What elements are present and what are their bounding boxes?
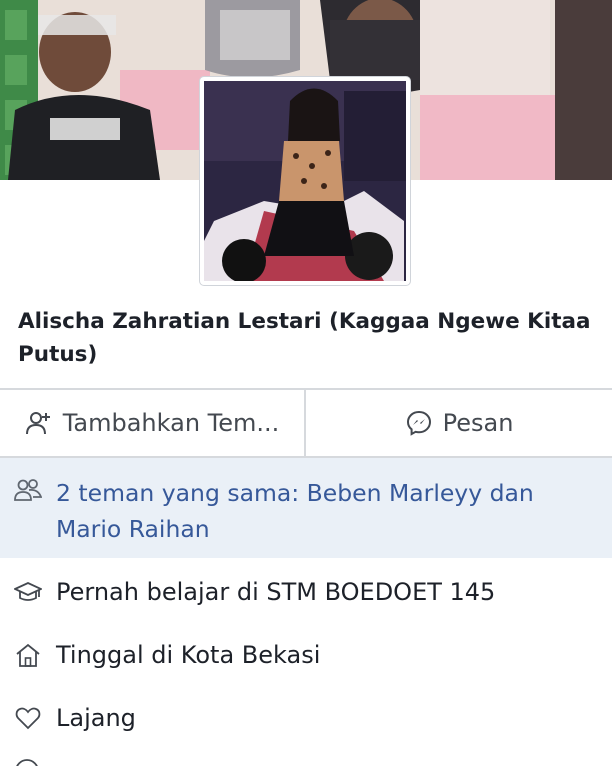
relationship-text: Lajang	[56, 704, 136, 732]
add-friend-label: Tambahkan Tem...	[62, 409, 280, 437]
messenger-icon	[405, 409, 433, 437]
graduation-cap-icon	[14, 578, 42, 606]
add-friend-button[interactable]: Tambahkan Tem...	[0, 390, 304, 456]
home-icon	[14, 641, 42, 669]
education-text: Pernah belajar di STM BOEDOET 145	[56, 578, 496, 606]
relationship-row: Lajang	[0, 698, 612, 738]
heart-icon	[14, 704, 42, 732]
education-row: Pernah belajar di STM BOEDOET 145	[0, 572, 612, 612]
location-row: Tinggal di Kota Bekasi	[0, 635, 612, 675]
profile-picture[interactable]	[200, 77, 410, 285]
mutual-friends-row[interactable]: 2 teman yang sama: Beben Marleyy dan Mar…	[0, 458, 612, 558]
action-bar: Tambahkan Tem... Pesan	[0, 390, 612, 456]
message-label: Pesan	[442, 409, 514, 437]
message-button[interactable]: Pesan	[306, 390, 612, 456]
profile-name: Alischa Zahratian Lestari (Kaggaa Ngewe …	[18, 309, 591, 367]
profile-picture-image	[204, 81, 406, 281]
next-row-icon	[14, 758, 40, 766]
mutual-friends-text[interactable]: 2 teman yang sama: Beben Marleyy dan Mar…	[56, 475, 596, 547]
people-icon	[14, 478, 42, 504]
add-friend-icon	[25, 409, 53, 437]
location-text: Tinggal di Kota Bekasi	[56, 641, 321, 669]
action-separator	[304, 390, 306, 456]
